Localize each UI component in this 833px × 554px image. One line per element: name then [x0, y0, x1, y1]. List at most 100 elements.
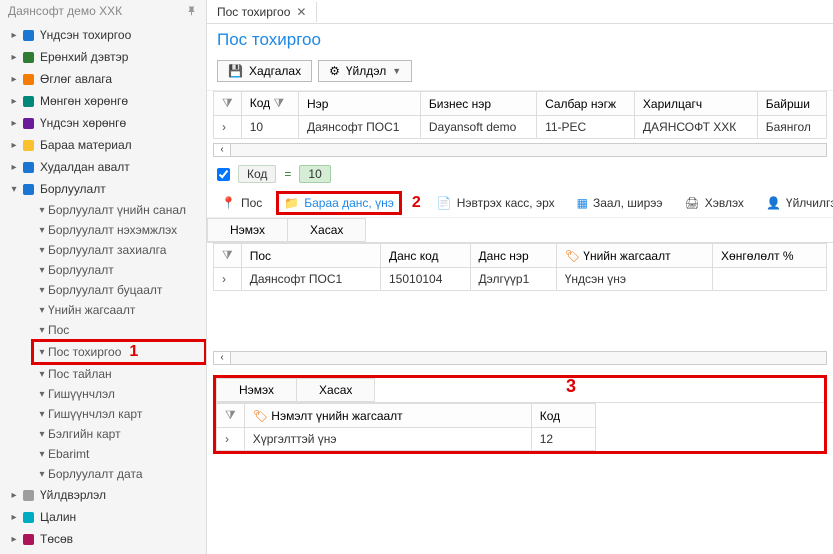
- table-row[interactable]: › Хүргэлттэй үнэ 12: [217, 428, 596, 451]
- tree-item[interactable]: ▸Мөнгөн хөрөнгө: [0, 90, 206, 112]
- col-disc[interactable]: Хөнгөлөлт %: [713, 244, 827, 268]
- col-code: Код ⧩: [241, 92, 298, 116]
- filter-icon[interactable]: ⧩: [222, 248, 233, 262]
- tree-child[interactable]: ▾Гишүүнчлэл карт: [32, 404, 206, 424]
- tree-child-pos-config[interactable]: ▾Пос тохиргоо 1: [32, 340, 206, 364]
- pin-marker-icon: 📍: [221, 196, 236, 210]
- filter-field[interactable]: Код: [238, 165, 276, 183]
- hscroll-2[interactable]: ‹: [213, 351, 827, 365]
- tree-item[interactable]: ▸Өглөг авлага: [0, 68, 206, 90]
- tree-child[interactable]: ▾Борлуулалт дата: [32, 464, 206, 484]
- tree-child[interactable]: ▾Ebarimt: [32, 444, 206, 464]
- col-loc[interactable]: Байрши: [757, 92, 826, 116]
- remove-button[interactable]: Хасах: [288, 218, 366, 242]
- tree-child[interactable]: ▾Гишүүнчлэл: [32, 384, 206, 404]
- table-row[interactable]: › Даянсофт ПОС1 15010104 Дэлгүүр1 Үндсэн…: [214, 268, 827, 291]
- tree-item[interactable]: ▸Худалдан авалт: [0, 156, 206, 178]
- extra-grid: ⧩ 🏷 Нэмэлт үнийн жагсаалт Код › Хүргэлтт…: [216, 403, 596, 451]
- tree-item[interactable]: ▸Бараа материал: [0, 134, 206, 156]
- tree-child[interactable]: ▾Борлуулалт буцаалт: [32, 280, 206, 300]
- close-icon[interactable]: ✕: [296, 5, 306, 19]
- pos-grid: ⧩ Код ⧩ Нэр Бизнес нэр Салбар нэгж Харил…: [207, 91, 833, 139]
- col-extra-code[interactable]: Код: [531, 404, 595, 428]
- tree-child[interactable]: ▾Борлуулалт нэхэмжлэх: [32, 220, 206, 240]
- col-name[interactable]: Нэр: [299, 92, 421, 116]
- save-icon: 💾: [228, 64, 243, 78]
- filter-enabled-checkbox[interactable]: [217, 168, 230, 181]
- scroll-track[interactable]: [231, 351, 827, 365]
- col-extra-name[interactable]: 🏷 Нэмэлт үнийн жагсаалт: [244, 404, 531, 428]
- tag-icon: 🏷: [253, 409, 268, 423]
- col-pricelist[interactable]: 🏷 Үнийн жагсаалт: [556, 244, 712, 268]
- tree-item[interactable]: ▸Дашбоард: [0, 550, 206, 554]
- tab-staff[interactable]: 👤Үйлчилгээнд сонгох: [760, 193, 833, 213]
- tree-item[interactable]: ▸Цалин: [0, 506, 206, 528]
- row-indicator: ›: [214, 116, 242, 139]
- tab-label: Пос тохиргоо: [217, 5, 290, 19]
- col-acctname[interactable]: Данс нэр: [470, 244, 556, 268]
- detail-actions: Нэмэх Хасах: [207, 218, 833, 243]
- tabbar: Пос тохиргоо ✕: [207, 0, 833, 24]
- filter-icon[interactable]: ⧩: [273, 96, 284, 110]
- page-title: Пос тохиргоо: [207, 24, 833, 56]
- add-button[interactable]: Нэмэх: [216, 378, 297, 402]
- extra-actions: Нэмэх Хасах: [216, 378, 824, 403]
- save-button[interactable]: 💾 Хадгалах: [217, 60, 312, 82]
- tab-cash[interactable]: 📄Нэвтрэх касс, эрх: [431, 193, 561, 213]
- tree-item[interactable]: ▸Үндсэн тохиргоо: [0, 24, 206, 46]
- tree-item[interactable]: ▸Төсөв: [0, 528, 206, 550]
- filter-icon[interactable]: ⧩: [222, 96, 233, 110]
- filter-bar: Код = 10: [207, 159, 833, 189]
- tab-pos-config[interactable]: Пос тохиргоо ✕: [207, 2, 317, 22]
- filter-op: =: [284, 167, 291, 181]
- sidebar: Даянсофт демо ХХК ▸Үндсэн тохиргоо ▸Ерөн…: [0, 0, 207, 554]
- tree-child[interactable]: ▾Пос: [32, 320, 206, 340]
- hscroll[interactable]: ‹: [213, 143, 827, 157]
- tab-print[interactable]: 🖨Хэвлэх: [678, 193, 749, 213]
- tab-pos[interactable]: 📍Пос: [215, 193, 268, 213]
- scroll-left-icon[interactable]: ‹: [213, 351, 231, 365]
- sub-tabs: 📍Пос 📁Бараа данс, үнэ 2 📄Нэвтрэх касс, э…: [207, 189, 833, 218]
- doc-icon: 📄: [437, 196, 452, 210]
- nav-tree: ▸Үндсэн тохиргоо ▸Ерөнхий дэвтэр ▸Өглөг …: [0, 22, 206, 554]
- remove-button[interactable]: Хасах: [297, 378, 375, 402]
- tree-item-sales[interactable]: ▾Борлуулалт: [0, 178, 206, 200]
- scroll-track[interactable]: [231, 143, 827, 157]
- tree-child[interactable]: ▾Пос тайлан: [32, 364, 206, 384]
- tree-child[interactable]: ▾Борлуулалт захиалга: [32, 240, 206, 260]
- tree-item[interactable]: ▸Үндсэн хөрөнгө: [0, 112, 206, 134]
- tree-child[interactable]: ▾Борлуулалт: [32, 260, 206, 280]
- marker-1: 1: [129, 343, 138, 361]
- col-branch[interactable]: Салбар нэгж: [537, 92, 635, 116]
- col-biz[interactable]: Бизнес нэр: [420, 92, 536, 116]
- seat-icon: ▦: [577, 196, 588, 210]
- col-pos[interactable]: Пос: [241, 244, 380, 268]
- toolbar: 💾 Хадгалах ⚙ Үйлдэл ▼: [207, 56, 833, 91]
- scroll-left-icon[interactable]: ‹: [213, 143, 231, 157]
- col-partner[interactable]: Харилцагч: [634, 92, 757, 116]
- folder-icon: 📁: [284, 196, 299, 210]
- marker-3: 3: [566, 376, 576, 397]
- tree-children: ▾Борлуулалт үнийн санал ▾Борлуулалт нэхэ…: [0, 200, 206, 484]
- filter-icon[interactable]: ⧩: [225, 408, 236, 422]
- tag-icon: 🏷: [565, 249, 580, 263]
- app-title: Даянсофт демо ХХК: [8, 4, 122, 18]
- detail-grid: ⧩ Пос Данс код Данс нэр 🏷 Үнийн жагсаалт…: [207, 243, 833, 291]
- extra-pricelist-section: 3 Нэмэх Хасах ⧩ 🏷 Нэмэлт үнийн жагсаалт …: [213, 375, 827, 454]
- tree-child[interactable]: ▾Борлуулалт үнийн санал: [32, 200, 206, 220]
- tree-child[interactable]: ▾Бэлгийн карт: [32, 424, 206, 444]
- tree-item[interactable]: ▸Ерөнхий дэвтэр: [0, 46, 206, 68]
- tree-item[interactable]: ▸Үйлдвэрлэл: [0, 484, 206, 506]
- action-button[interactable]: ⚙ Үйлдэл ▼: [318, 60, 412, 82]
- marker-2: 2: [412, 194, 421, 212]
- tab-hall[interactable]: ▦Заал, ширээ: [571, 193, 669, 213]
- add-button[interactable]: Нэмэх: [207, 218, 288, 242]
- user-icon: 👤: [766, 196, 781, 210]
- main: Пос тохиргоо ✕ Пос тохиргоо 💾 Хадгалах ⚙…: [207, 0, 833, 554]
- filter-value[interactable]: 10: [299, 165, 330, 183]
- pin-icon[interactable]: [186, 5, 198, 17]
- col-acct[interactable]: Данс код: [381, 244, 471, 268]
- tree-child[interactable]: ▾Үнийн жагсаалт: [32, 300, 206, 320]
- table-row[interactable]: › 10 Даянсофт ПОС1 Dayansoft demo 11-PEC…: [214, 116, 827, 139]
- tab-goods[interactable]: 📁Бараа данс, үнэ: [278, 193, 400, 213]
